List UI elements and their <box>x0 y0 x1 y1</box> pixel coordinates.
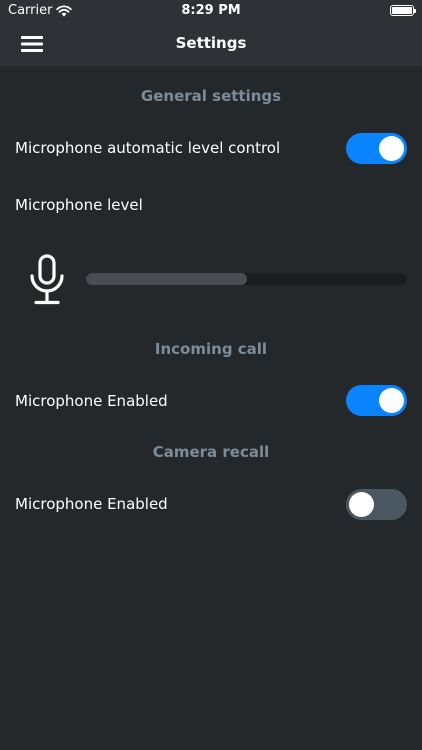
section-title-general: General settings <box>140 87 282 105</box>
mic-level-label: Microphone level <box>15 196 143 214</box>
battery-full-icon <box>390 5 416 16</box>
battery-level <box>392 7 412 14</box>
camera-mic-enabled-toggle[interactable] <box>346 489 407 520</box>
microphone-icon <box>30 254 64 305</box>
incoming-mic-enabled-toggle[interactable] <box>346 385 407 416</box>
camera-mic-enabled-label: Microphone Enabled <box>15 495 168 513</box>
auto-level-toggle[interactable] <box>346 133 407 164</box>
section-title-incoming-call: Incoming call <box>154 340 268 358</box>
mic-level-fill <box>86 273 247 285</box>
toggle-knob <box>349 492 374 517</box>
top-bar: Carrier 8:29 PM Settings <box>0 0 422 66</box>
toggle-knob <box>379 388 404 413</box>
auto-level-label: Microphone automatic level control <box>15 139 281 157</box>
mic-level-slider[interactable] <box>86 273 407 285</box>
nav-bar: Settings <box>0 22 422 66</box>
page-title: Settings <box>175 34 247 52</box>
status-time: 8:29 PM <box>181 3 241 18</box>
section-title-camera-recall: Camera recall <box>152 443 270 461</box>
toggle-knob <box>379 136 404 161</box>
incoming-mic-enabled-label: Microphone Enabled <box>15 392 168 410</box>
status-bar: Carrier 8:29 PM <box>0 0 422 22</box>
